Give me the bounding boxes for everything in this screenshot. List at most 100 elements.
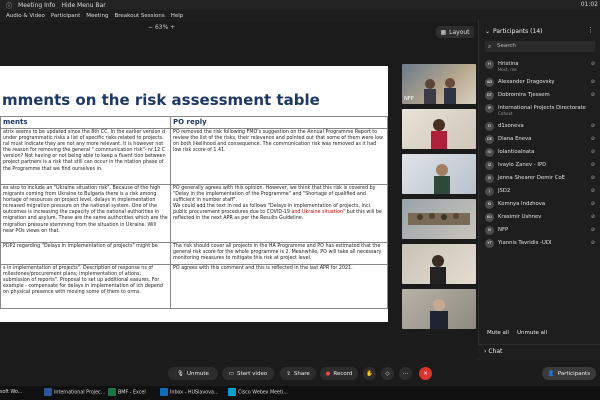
participants-header[interactable]: ⌄ Participants (14): [485, 28, 543, 35]
clock: 01:02: [580, 1, 598, 8]
list-item[interactable]: JS Jenna Shearer Demir CoE ⊘: [485, 172, 597, 185]
list-item[interactable]: KU Krasimir Ushnev ⊘: [485, 211, 597, 224]
video-tile[interactable]: [402, 199, 476, 239]
video-tile-label: NFP: [404, 96, 414, 102]
taskbar-item-outlook[interactable]: Inbox - HUSlavova...: [160, 388, 218, 398]
reply-text: PO generally agrees with this opinion. H…: [173, 186, 376, 204]
list-item[interactable]: DT Dobromira Tjessem ⊘: [485, 89, 597, 102]
unmute-button[interactable]: 🎙 Unmute: [168, 367, 218, 380]
participant-name: NFP: [498, 227, 509, 233]
layout-label: Layout: [449, 28, 470, 36]
avatar: JS: [485, 174, 494, 183]
list-item[interactable]: IZ Ivaylo Zanev - IPD ⊘: [485, 159, 597, 172]
mic-muted-icon[interactable]: ⊘: [591, 92, 595, 98]
table-header-row: ments PO reply: [0, 116, 388, 129]
reply-cell: PO agrees with this comment and this is …: [170, 264, 388, 309]
list-item[interactable]: IO Iolantioalnata ⊘: [485, 146, 597, 159]
mic-muted-icon[interactable]: ⊘: [591, 201, 595, 207]
participant-name: Alexander Dragovsky: [498, 79, 555, 85]
comment-cell: PDP2 regarding "Delays in implementation…: [0, 242, 171, 265]
list-item[interactable]: YT Yiannis Tavridis -UDI ⊘: [485, 237, 597, 250]
taskbar-item-word[interactable]: soft Wo...: [0, 388, 22, 398]
menu-meeting[interactable]: Meeting: [86, 13, 108, 19]
taskbar-item-label: Inbox - HUSlavova...: [170, 390, 219, 396]
video-tile[interactable]: [402, 154, 476, 194]
chevron-down-icon[interactable]: ⌄: [485, 28, 490, 35]
avatar: DT: [485, 91, 494, 100]
participant-search-input[interactable]: ⌕ Search: [485, 41, 595, 52]
mic-muted-icon[interactable]: ⊘: [591, 162, 595, 168]
video-tile[interactable]: [402, 244, 476, 284]
leave-meeting-button[interactable]: ✕: [419, 367, 432, 380]
list-item[interactable]: DE Diana Eneva ⊘: [485, 133, 597, 146]
participant-name: Komnya Indzhova: [498, 201, 546, 207]
mic-muted-icon[interactable]: ⊘: [591, 61, 595, 67]
mic-muted-icon[interactable]: ⊘: [591, 149, 595, 155]
taskbar-item-webex[interactable]: Cisco Webex Meeti...: [228, 388, 288, 398]
list-item[interactable]: IP International Projects Directorate Co…: [485, 102, 597, 120]
mic-muted-icon[interactable]: ⊘: [591, 136, 595, 142]
layout-button[interactable]: ▦ Layout: [436, 26, 474, 38]
participant-name: Iolantioalnata: [498, 149, 535, 155]
zoom-control[interactable]: − 63% +: [148, 24, 175, 31]
participant-name: Ivaylo Zanev - IPD: [498, 162, 547, 168]
share-button[interactable]: ⇪ Share: [280, 367, 316, 380]
comment-cell: s in implementation of projects". Descri…: [0, 264, 171, 309]
taskbar-item-label: International Projec...: [54, 390, 106, 396]
menu-breakout-sessions[interactable]: Breakout Sessions: [114, 13, 164, 19]
list-item[interactable]: AD Alexander Dragovsky ⊘: [485, 76, 597, 89]
menu-audio-video[interactable]: Audio & Video: [6, 13, 45, 19]
meeting-info-icon[interactable]: ⓘ: [6, 1, 12, 10]
chat-label: Chat: [488, 348, 503, 355]
col-comments-header: ments: [0, 116, 171, 129]
more-options-button[interactable]: ⋯: [399, 367, 412, 380]
video-tile[interactable]: [402, 109, 476, 149]
avatar: KU: [485, 213, 494, 222]
taskbar-item-excel[interactable]: BMF - Excel: [108, 388, 146, 398]
chat-section-header[interactable]: › Chat: [478, 344, 600, 358]
list-item[interactable]: KI Komnya Indzhova ⊘: [485, 198, 597, 211]
apps-button[interactable]: ◇: [381, 367, 394, 380]
start-video-button[interactable]: ▭ Start video: [222, 367, 274, 380]
zoom-out-icon[interactable]: −: [148, 24, 153, 31]
apps-icon: ◇: [385, 370, 390, 377]
slide-title: mments on the risk assessment table: [2, 91, 320, 109]
list-item[interactable]: N NFP ⊘: [485, 224, 597, 237]
avatar: IZ: [485, 161, 494, 170]
zoom-in-icon[interactable]: +: [170, 24, 175, 31]
mic-muted-icon[interactable]: ⊘: [591, 214, 595, 220]
meeting-info-link[interactable]: Meeting Info: [18, 2, 55, 9]
menu-help[interactable]: Help: [171, 13, 184, 19]
participant-name: Dobromira Tjessem: [498, 92, 550, 98]
participants-count-label: Participants (14): [493, 28, 543, 35]
participant-video: [408, 213, 470, 225]
record-label: Record: [333, 370, 353, 377]
video-tile[interactable]: NFP: [402, 64, 476, 104]
menu-participant[interactable]: Participant: [51, 13, 80, 19]
list-item[interactable]: D d1soneva ⊘: [485, 120, 597, 133]
record-button[interactable]: ● Record: [320, 367, 358, 380]
list-item[interactable]: J JSD2 ⊘: [485, 185, 597, 198]
mic-muted-icon[interactable]: ⊘: [591, 240, 595, 246]
mic-muted-icon[interactable]: ⊘: [591, 123, 595, 129]
table-row: PDP2 regarding "Delays in implementation…: [0, 242, 388, 265]
more-options-icon[interactable]: ⋮: [587, 26, 594, 34]
search-placeholder: Search: [497, 43, 516, 49]
mic-muted-icon[interactable]: ⊘: [591, 175, 595, 181]
unmute-all-button[interactable]: Unmute all: [517, 330, 547, 336]
list-item[interactable]: H Hristina Host, me ⊘: [485, 58, 597, 76]
video-tile[interactable]: [402, 289, 476, 329]
avatar: DE: [485, 135, 494, 144]
taskbar-item-international-projects[interactable]: International Projec...: [44, 388, 105, 398]
avatar: N: [485, 226, 494, 235]
reactions-button[interactable]: ✋: [363, 367, 376, 380]
reply-text-red: and Ukraine situation: [291, 210, 343, 216]
chevron-right-icon: ›: [484, 348, 487, 355]
mic-muted-icon[interactable]: ⊘: [591, 188, 595, 194]
mute-all-button[interactable]: Mute all: [487, 330, 509, 336]
mic-muted-icon[interactable]: ⊘: [591, 227, 595, 233]
hand-icon: ✋: [366, 370, 373, 377]
participants-toggle-button[interactable]: 👤 Participants: [542, 367, 596, 380]
hide-menu-bar-button[interactable]: Hide Menu Bar: [61, 2, 105, 9]
mic-muted-icon[interactable]: ⊘: [591, 79, 595, 85]
